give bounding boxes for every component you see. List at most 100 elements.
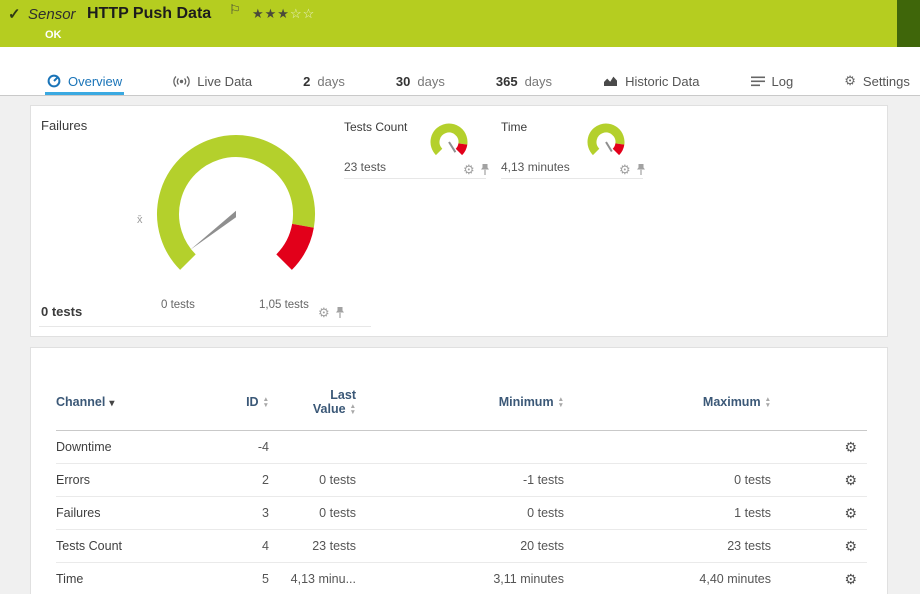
stars-empty[interactable]: ☆☆ bbox=[290, 6, 315, 21]
cell-channel: Downtime bbox=[56, 440, 206, 454]
tab-2-days[interactable]: 2 days bbox=[301, 68, 347, 95]
pin-icon[interactable] bbox=[335, 306, 345, 319]
cell-id: 2 bbox=[206, 473, 269, 487]
channel-settings-icon[interactable]: ⚙ bbox=[844, 439, 857, 455]
sort-icon[interactable]: ▲▼ bbox=[765, 397, 771, 408]
priority-flag-icon[interactable]: ⚐ bbox=[229, 2, 241, 18]
tab-label: Overview bbox=[68, 74, 122, 89]
header-minimum[interactable]: Minimum▲▼ bbox=[356, 395, 564, 409]
header-corner-block bbox=[897, 0, 920, 47]
header-channel[interactable]: Channel ▾ bbox=[56, 395, 206, 409]
tab-label: days bbox=[317, 74, 344, 89]
tab-label: Historic Data bbox=[625, 74, 699, 89]
cell-min: 20 tests bbox=[356, 539, 564, 553]
priority-stars[interactable]: ★★★☆☆ bbox=[252, 6, 315, 22]
gauges-panel: Failures x̄ 0 tests 1,05 tests 0 tests ⚙… bbox=[30, 105, 888, 337]
gear-icon[interactable]: ⚙ bbox=[619, 163, 631, 176]
tab-label: Log bbox=[772, 74, 794, 89]
tab-bar: Overview Live Data 2 days 30 days 365 da… bbox=[0, 68, 920, 96]
cell-max: 0 tests bbox=[564, 473, 771, 487]
header-label: Maximum bbox=[703, 395, 761, 409]
divider bbox=[501, 178, 643, 179]
gauge-title-time: Time bbox=[501, 120, 527, 134]
header-maximum[interactable]: Maximum ▲▼ bbox=[564, 395, 771, 409]
tab-historic-data[interactable]: Historic Data bbox=[601, 68, 701, 95]
gauge-mean-marker: x̄ bbox=[137, 214, 143, 226]
gear-icon: ⚙ bbox=[844, 73, 856, 89]
cell-id: 5 bbox=[206, 572, 269, 586]
channel-settings-icon[interactable]: ⚙ bbox=[844, 538, 857, 554]
table-row: Errors 2 0 tests -1 tests 0 tests ⚙ bbox=[56, 464, 867, 497]
pin-icon[interactable] bbox=[636, 163, 646, 176]
gear-icon[interactable]: ⚙ bbox=[318, 306, 330, 319]
time-gauge bbox=[583, 122, 629, 164]
tab-label: Settings bbox=[863, 74, 910, 89]
gauge-current-value: 23 tests bbox=[344, 160, 386, 174]
gauge-current-value: 0 tests bbox=[41, 304, 82, 319]
gauge-actions: ⚙ bbox=[318, 306, 345, 319]
channel-settings-icon[interactable]: ⚙ bbox=[844, 571, 857, 587]
stars-filled[interactable]: ★★★ bbox=[252, 6, 290, 21]
failures-gauge bbox=[146, 124, 326, 304]
channels-table-panel: Channel▾ ID▲▼ Last Value▲▼ Minimum▲▼ Max… bbox=[30, 347, 888, 594]
table-row: Time 5 4,13 minu... 3,11 minutes 4,40 mi… bbox=[56, 563, 867, 594]
cell-max: 23 tests bbox=[564, 539, 771, 553]
cell-last: 4,13 minu... bbox=[269, 572, 356, 586]
header-last-value[interactable]: Last Value▲▼ bbox=[269, 388, 356, 416]
cell-channel: Time bbox=[56, 572, 206, 586]
header-label: Value bbox=[313, 402, 346, 416]
header-label: Last bbox=[330, 388, 356, 402]
table-row: Downtime -4 ⚙ bbox=[56, 431, 867, 464]
gauge-title-failures: Failures bbox=[41, 118, 87, 133]
cell-last: 0 tests bbox=[269, 506, 356, 520]
tab-settings[interactable]: ⚙ Settings bbox=[842, 68, 912, 95]
cell-min: 3,11 minutes bbox=[356, 572, 564, 586]
live-data-icon bbox=[173, 75, 190, 88]
tab-30-days[interactable]: 30 days bbox=[394, 68, 447, 95]
gauge-current-value: 4,13 minutes bbox=[501, 160, 570, 174]
cell-id: -4 bbox=[206, 440, 269, 454]
tests-count-gauge bbox=[426, 122, 472, 164]
content-area: Failures x̄ 0 tests 1,05 tests 0 tests ⚙… bbox=[0, 96, 920, 594]
divider bbox=[344, 178, 486, 179]
status-badge: OK bbox=[45, 29, 62, 41]
cell-min: 0 tests bbox=[356, 506, 564, 520]
cell-channel: Failures bbox=[56, 506, 206, 520]
pin-icon[interactable] bbox=[480, 163, 490, 176]
table-header-row: Channel▾ ID▲▼ Last Value▲▼ Minimum▲▼ Max… bbox=[56, 374, 867, 431]
header-label: Channel bbox=[56, 395, 105, 409]
channel-settings-icon[interactable]: ⚙ bbox=[844, 505, 857, 521]
sort-desc-icon: ▾ bbox=[109, 398, 114, 409]
historic-data-icon bbox=[603, 75, 618, 87]
cell-last: 0 tests bbox=[269, 473, 356, 487]
cell-id: 3 bbox=[206, 506, 269, 520]
header-label: ID bbox=[246, 395, 259, 409]
tab-number: 2 bbox=[303, 74, 310, 89]
gauge-scale-max: 1,05 tests bbox=[259, 299, 309, 311]
tab-log[interactable]: Log bbox=[749, 68, 796, 95]
gauge-actions: ⚙ bbox=[619, 163, 646, 176]
tab-label: days bbox=[417, 74, 444, 89]
log-icon bbox=[751, 76, 765, 87]
gauge-title-tests-count: Tests Count bbox=[344, 120, 407, 134]
gauge-actions: ⚙ bbox=[463, 163, 490, 176]
tab-label: Live Data bbox=[197, 74, 252, 89]
table-row: Failures 3 0 tests 0 tests 1 tests ⚙ bbox=[56, 497, 867, 530]
cell-max: 1 tests bbox=[564, 506, 771, 520]
cell-max: 4,40 minutes bbox=[564, 572, 771, 586]
gauge-scale-min: 0 tests bbox=[161, 299, 195, 311]
table-row: Tests Count 4 23 tests 20 tests 23 tests… bbox=[56, 530, 867, 563]
divider bbox=[39, 326, 371, 327]
tab-365-days[interactable]: 365 days bbox=[494, 68, 554, 95]
cell-id: 4 bbox=[206, 539, 269, 553]
cell-min: -1 tests bbox=[356, 473, 564, 487]
sensor-title: HTTP Push Data bbox=[87, 5, 211, 23]
channels-table: Channel▾ ID▲▼ Last Value▲▼ Minimum▲▼ Max… bbox=[31, 348, 887, 594]
status-check-icon: ✓ bbox=[8, 5, 21, 23]
channel-settings-icon[interactable]: ⚙ bbox=[844, 472, 857, 488]
header-id[interactable]: ID▲▼ bbox=[206, 395, 269, 409]
tab-live-data[interactable]: Live Data bbox=[171, 68, 254, 95]
gear-icon[interactable]: ⚙ bbox=[463, 163, 475, 176]
tab-number: 365 bbox=[496, 74, 518, 89]
tab-overview[interactable]: Overview bbox=[45, 68, 124, 95]
